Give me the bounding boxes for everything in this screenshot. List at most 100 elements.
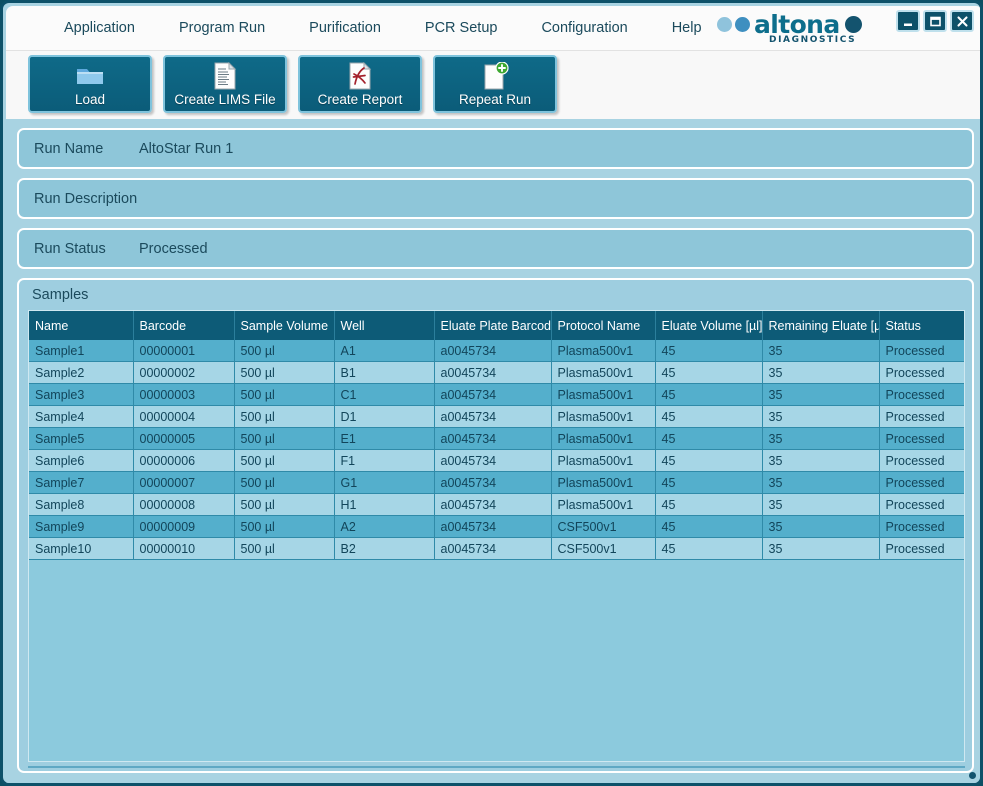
logo-dot-light-icon — [717, 16, 732, 32]
samples-table-body: Sample1 00000001 500 µl A1 a0045734 Plasma500… — [29, 340, 964, 560]
table-row[interactable]: Sample4 00000004 500 µl D1 a0045734 Plasma500… — [29, 405, 964, 428]
table-cell: 45 — [655, 340, 763, 362]
table-cell: Processed — [879, 340, 964, 362]
create-report-button-label: Create Report — [317, 92, 403, 107]
table-cell: 45 — [655, 427, 763, 450]
table-cell: 45 — [655, 471, 763, 494]
document-lines-icon — [212, 62, 238, 90]
table-cell: a0045734 — [434, 449, 552, 472]
table-cell: 00000004 — [133, 405, 235, 428]
menu-bar: Application Program Run Purification PCR Se… — [6, 6, 980, 50]
table-cell: 35 — [762, 493, 880, 516]
run-status-label: Run Status — [34, 240, 106, 257]
table-cell: Processed — [879, 427, 964, 450]
table-row[interactable]: Sample8 00000008 500 µl H1 a0045734 Plasma500… — [29, 493, 964, 516]
table-cell: a0045734 — [434, 383, 552, 406]
table-row[interactable]: Sample5 00000005 500 µl E1 a0045734 Plasma500… — [29, 427, 964, 450]
close-button[interactable] — [950, 10, 974, 32]
menu-item-program-run[interactable]: Program Run — [157, 16, 287, 40]
repeat-run-button-label: Repeat Run — [458, 92, 532, 107]
menu-items: Application Program Run Purification PCR Se… — [42, 6, 724, 50]
table-cell: A2 — [334, 515, 435, 538]
menu-item-purification[interactable]: Purification — [287, 16, 403, 40]
table-cell: Processed — [879, 405, 964, 428]
menu-item-help[interactable]: Help — [650, 16, 724, 40]
table-row[interactable]: Sample9 00000009 500 µl A2 a0045734 CSF500v1 4… — [29, 515, 964, 538]
toolbar-buttons: Load Create LIMS File Create Report Repe… — [28, 55, 557, 113]
table-cell: 35 — [762, 449, 880, 472]
table-cell: Sample6 — [29, 449, 134, 472]
table-cell: C1 — [334, 383, 435, 406]
table-cell: 00000003 — [133, 383, 235, 406]
table-cell: B2 — [334, 537, 435, 560]
minimize-icon — [903, 23, 912, 26]
column-header[interactable]: Well — [334, 311, 435, 340]
logo-dot-medium-icon — [735, 16, 750, 32]
run-name-panel: Run Name AltoStar Run 1 — [17, 128, 974, 169]
table-row[interactable]: Sample2 00000002 500 µl B1 a0045734 Plasma500… — [29, 361, 964, 384]
column-header[interactable]: Status — [879, 311, 964, 340]
column-header[interactable]: Remaining Eluate [µl] — [762, 311, 880, 340]
column-header[interactable]: Eluate Volume [µl] — [655, 311, 763, 340]
table-cell: Sample4 — [29, 405, 134, 428]
minimize-button[interactable] — [896, 10, 920, 32]
table-cell: 500 µl — [234, 405, 335, 428]
table-row[interactable]: Sample7 00000007 500 µl G1 a0045734 Plasma500… — [29, 471, 964, 494]
table-cell: Processed — [879, 361, 964, 384]
table-cell: Plasma500v1 — [551, 493, 656, 516]
column-header[interactable]: Protocol Name — [551, 311, 656, 340]
table-cell: 45 — [655, 405, 763, 428]
table-cell: 500 µl — [234, 537, 335, 560]
logo-subtitle: DIAGNOSTICS — [769, 35, 857, 45]
table-cell: 500 µl — [234, 449, 335, 472]
menu-item-pcr-setup[interactable]: PCR Setup — [403, 16, 520, 40]
create-report-button[interactable]: Create Report — [298, 55, 422, 113]
column-header[interactable]: Eluate Plate Barcode — [434, 311, 552, 340]
resize-grip[interactable] — [969, 772, 976, 779]
logo-dot-dark-icon — [844, 15, 862, 33]
table-cell: CSF500v1 — [551, 515, 656, 538]
logo-wordmark-row: altona — [717, 12, 862, 37]
table-cell: 500 µl — [234, 383, 335, 406]
maximize-button[interactable] — [923, 10, 947, 32]
samples-panel-divider — [28, 766, 965, 768]
table-row[interactable]: Sample6 00000006 500 µl F1 a0045734 Plasma500… — [29, 449, 964, 472]
column-header[interactable]: Sample Volume — [234, 311, 335, 340]
table-cell: Processed — [879, 493, 964, 516]
table-cell: Plasma500v1 — [551, 340, 656, 362]
column-header[interactable]: Barcode — [133, 311, 235, 340]
samples-table-container[interactable]: Name Barcode Sample Volume Well Eluate Plate… — [28, 310, 965, 762]
table-cell: Processed — [879, 471, 964, 494]
table-cell: Sample8 — [29, 493, 134, 516]
run-name-value: AltoStar Run 1 — [139, 140, 234, 157]
table-cell: a0045734 — [434, 427, 552, 450]
table-cell: Processed — [879, 383, 964, 406]
run-name-label: Run Name — [34, 140, 104, 157]
table-cell: 35 — [762, 515, 880, 538]
samples-panel-title: Samples — [32, 287, 89, 303]
run-status-value: Processed — [139, 240, 208, 257]
table-cell: Plasma500v1 — [551, 449, 656, 472]
table-row[interactable]: Sample1 00000001 500 µl A1 a0045734 Plasma500… — [29, 340, 964, 362]
table-cell: 45 — [655, 537, 763, 560]
table-cell: 35 — [762, 471, 880, 494]
create-lims-file-button[interactable]: Create LIMS File — [163, 55, 287, 113]
table-cell: Plasma500v1 — [551, 361, 656, 384]
table-cell: G1 — [334, 471, 435, 494]
table-cell: 35 — [762, 427, 880, 450]
content-area: Run Name AltoStar Run 1 Run Description … — [6, 119, 980, 783]
column-header[interactable]: Name — [29, 311, 134, 340]
run-description-label: Run Description — [34, 190, 138, 207]
table-row[interactable]: Sample3 00000003 500 µl C1 a0045734 Plasma500… — [29, 383, 964, 406]
repeat-run-button[interactable]: Repeat Run — [433, 55, 557, 113]
table-cell: 00000010 — [133, 537, 235, 560]
table-cell: B1 — [334, 361, 435, 384]
load-button[interactable]: Load — [28, 55, 152, 113]
table-cell: 500 µl — [234, 515, 335, 538]
table-cell: Processed — [879, 515, 964, 538]
menu-item-application[interactable]: Application — [42, 16, 157, 40]
table-cell: F1 — [334, 449, 435, 472]
table-cell: 00000007 — [133, 471, 235, 494]
table-row[interactable]: Sample10 00000010 500 µl B2 a0045734 CSF500v1… — [29, 537, 964, 560]
menu-item-configuration[interactable]: Configuration — [519, 16, 649, 40]
